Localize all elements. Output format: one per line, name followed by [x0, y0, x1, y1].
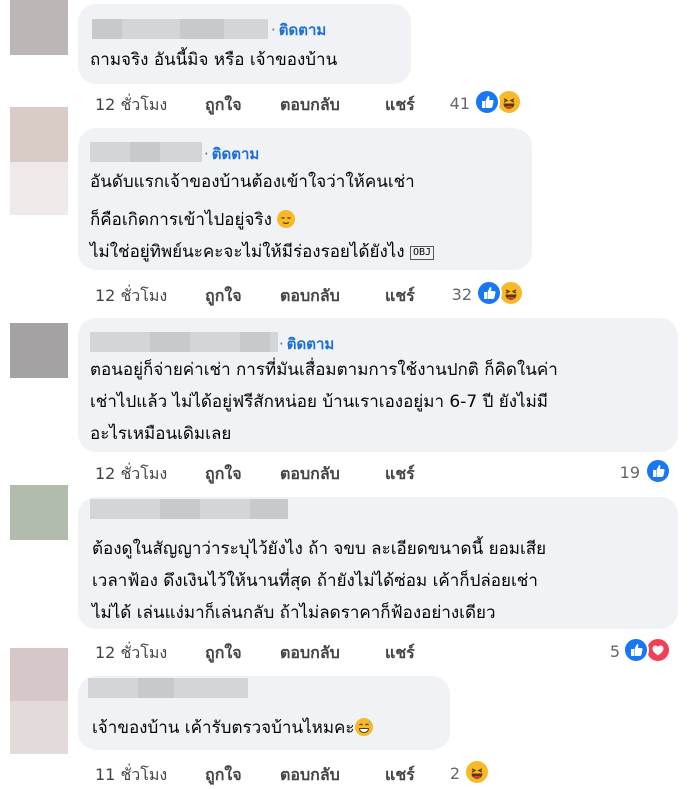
comment-bubble: เจ้าของบ้าน เค้ารับตรวจบ้านไหมคะ — [78, 676, 450, 750]
like-icon — [476, 280, 502, 306]
comment-actions: 12 ชั่วโมง ถูกใจ ตอบกลับ แชร์ — [95, 93, 455, 115]
comment-actions: 12 ชั่วโมง ถูกใจ ตอบกลับ แชร์ — [95, 284, 455, 306]
comment-line: ไม่ใช่อยู่ทิพย์นะคะจะไม่ให้มีร่องรอยได้ย… — [90, 242, 405, 262]
comment-time[interactable]: 12 ชั่วโมง — [95, 284, 167, 309]
relieved-emoji-icon — [277, 210, 296, 228]
reply-button[interactable]: ตอบกลับ — [280, 462, 340, 487]
commenter-name[interactable] — [88, 678, 248, 698]
comment-line: เช่าไปแล้ว ไม่ได้อยู่ฟรีสักหน่อย บ้านเรา… — [90, 392, 548, 412]
comment-time[interactable]: 12 ชั่วโมง — [95, 641, 167, 666]
comment-bubble: · ติดตาม อันดับแรกเจ้าของบ้านต้องเข้าใจว่… — [78, 128, 532, 270]
comment-actions: 12 ชั่วโมง ถูกใจ ตอบกลับ แชร์ — [95, 462, 455, 484]
like-button[interactable]: ถูกใจ — [205, 462, 242, 487]
reply-button[interactable]: ตอบกลับ — [280, 763, 340, 788]
follow-label: ติดตาม — [286, 335, 335, 353]
commenter-name[interactable] — [90, 142, 202, 162]
reply-button[interactable]: ตอบกลับ — [280, 93, 340, 118]
comment-text: อันดับแรกเจ้าของบ้านต้องเข้าใจว่าให้คนเช… — [90, 166, 435, 268]
commenter-name[interactable] — [90, 332, 278, 352]
follow-link[interactable]: · ติดตาม — [204, 142, 259, 166]
comment-bubble: ต้องดูในสัญญาว่าระบุไว้ยังไง ถ้า จขบ ละเ… — [78, 497, 678, 629]
comment-text: ถามจริง อันนี้มิจ หรือ เจ้าของบ้าน — [90, 44, 337, 76]
comment-line: อะไรเหมือนเดิมเลย — [90, 424, 232, 444]
comment-actions: 12 ชั่วโมง ถูกใจ ตอบกลับ แชร์ — [95, 641, 455, 663]
reaction-count[interactable]: 41 — [430, 94, 470, 113]
grinning-sweat-emoji-icon — [354, 718, 373, 736]
comment-text: ตอนอยู่ก็จ่ายค่าเช่า การที่มันเสื่อมตามก… — [90, 354, 558, 450]
haha-icon — [464, 759, 490, 785]
share-button[interactable]: แชร์ — [385, 763, 415, 788]
avatar[interactable] — [10, 485, 68, 540]
comment-text: ต้องดูในสัญญาว่าระบุไว้ยังไง ถ้า จขบ ละเ… — [92, 533, 546, 629]
comment-bubble: · ติดตาม ถามจริง อันนี้มิจ หรือ เจ้าของบ้… — [78, 4, 411, 84]
comment-line: เวลาฟ้อง ดึงเงินไว้ให้นานที่สุด ถ้ายังไม… — [92, 571, 538, 591]
like-button[interactable]: ถูกใจ — [205, 763, 242, 788]
comment-bubble: · ติดตาม ตอนอยู่ก็จ่ายค่าเช่า การที่มันเส… — [78, 318, 678, 452]
commenter-name[interactable] — [90, 499, 288, 519]
comment-line: ต้องดูในสัญญาว่าระบุไว้ยังไง ถ้า จขบ ละเ… — [92, 539, 547, 559]
comment-time[interactable]: 11 ชั่วโมง — [95, 763, 167, 788]
comment-line: ตอนอยู่ก็จ่ายค่าเช่า การที่มันเสื่อมตามก… — [90, 360, 558, 380]
reaction-count[interactable]: 2 — [420, 764, 460, 783]
reply-button[interactable]: ตอบกลับ — [280, 284, 340, 309]
follow-link[interactable]: · ติดตาม — [271, 18, 326, 42]
avatar[interactable] — [10, 323, 68, 378]
share-button[interactable]: แชร์ — [385, 462, 415, 487]
object-replacement-icon: OBJ — [410, 246, 435, 260]
share-button[interactable]: แชร์ — [385, 284, 415, 309]
like-icon — [623, 637, 649, 663]
like-button[interactable]: ถูกใจ — [205, 284, 242, 309]
like-button[interactable]: ถูกใจ — [205, 93, 242, 118]
comment-line: ถามจริง อันนี้มิจ หรือ เจ้าของบ้าน — [90, 50, 338, 70]
like-icon — [474, 89, 500, 115]
avatar[interactable] — [10, 648, 68, 754]
comment-actions: 11 ชั่วโมง ถูกใจ ตอบกลับ แชร์ — [95, 763, 455, 785]
follow-label: ติดตาม — [278, 21, 327, 39]
follow-link[interactable]: · ติดตาม — [279, 332, 334, 356]
reply-button[interactable]: ตอบกลับ — [280, 641, 340, 666]
follow-label: ติดตาม — [211, 145, 260, 163]
comment-time[interactable]: 12 ชั่วโมง — [95, 462, 167, 487]
share-button[interactable]: แชร์ — [385, 93, 415, 118]
reaction-count[interactable]: 5 — [580, 642, 620, 661]
comment-text: เจ้าของบ้าน เค้ารับตรวจบ้านไหมคะ — [92, 712, 373, 744]
like-icon — [645, 458, 671, 484]
like-button[interactable]: ถูกใจ — [205, 641, 242, 666]
comment-line: อันดับแรกเจ้าของบ้านต้องเข้าใจว่าให้คนเช… — [90, 172, 415, 192]
commenter-name[interactable] — [92, 19, 268, 39]
avatar[interactable] — [10, 107, 68, 215]
comment-time[interactable]: 12 ชั่วโมง — [95, 93, 167, 118]
share-button[interactable]: แชร์ — [385, 641, 415, 666]
comment-line: ไม่ได้ เล่นแง่มาก็เล่นกลับ ถ้าไม่ลดราคาก… — [92, 603, 496, 623]
reaction-count[interactable]: 32 — [432, 285, 472, 304]
avatar[interactable] — [10, 0, 68, 55]
reaction-count[interactable]: 19 — [600, 463, 640, 482]
comment-line: เจ้าของบ้าน เค้ารับตรวจบ้านไหมคะ — [92, 718, 355, 738]
comment-line: ก็คือเกิดการเข้าไปอยู่จริง — [90, 210, 272, 230]
